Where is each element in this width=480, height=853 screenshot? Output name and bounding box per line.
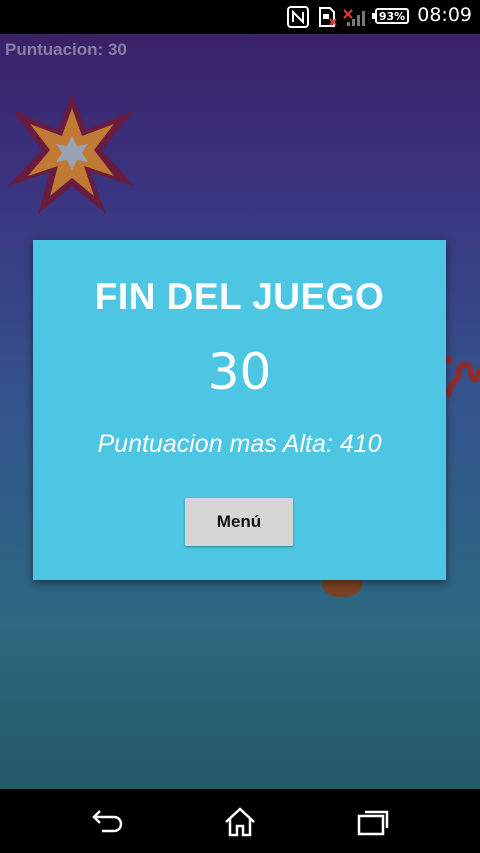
- recents-button[interactable]: [353, 806, 393, 838]
- final-score: 30: [207, 343, 272, 401]
- home-button[interactable]: [220, 806, 260, 838]
- battery-percent: 93%: [378, 9, 406, 23]
- back-button[interactable]: [87, 806, 127, 838]
- nfc-icon: [287, 6, 309, 32]
- status-bar: 93% 08:09: [0, 0, 480, 34]
- signal-bars-icon: [346, 9, 368, 31]
- battery-icon: 93%: [372, 8, 409, 24]
- high-score-label: Puntuacion mas Alta: 410: [97, 430, 382, 458]
- score-hud: Puntuacion: 30: [5, 40, 127, 59]
- navigation-bar: [0, 789, 480, 853]
- menu-button[interactable]: Menú: [185, 498, 293, 546]
- recents-icon: [357, 810, 389, 836]
- game-over-title: FIN DEL JUEGO: [94, 276, 385, 317]
- snake-sprite: [445, 356, 480, 397]
- game-area[interactable]: Puntuacion: 30 FIN DEL JUEGO 30 Puntuaci…: [0, 34, 480, 789]
- enemy-sprite: [322, 579, 362, 597]
- explosion-sprite: [8, 94, 134, 214]
- home-icon: [225, 807, 255, 837]
- game-over-dialog: FIN DEL JUEGO 30 Puntuacion mas Alta: 41…: [33, 240, 446, 580]
- sd-card-icon: [316, 6, 338, 32]
- back-icon: [92, 810, 123, 833]
- status-clock: 08:09: [417, 4, 472, 26]
